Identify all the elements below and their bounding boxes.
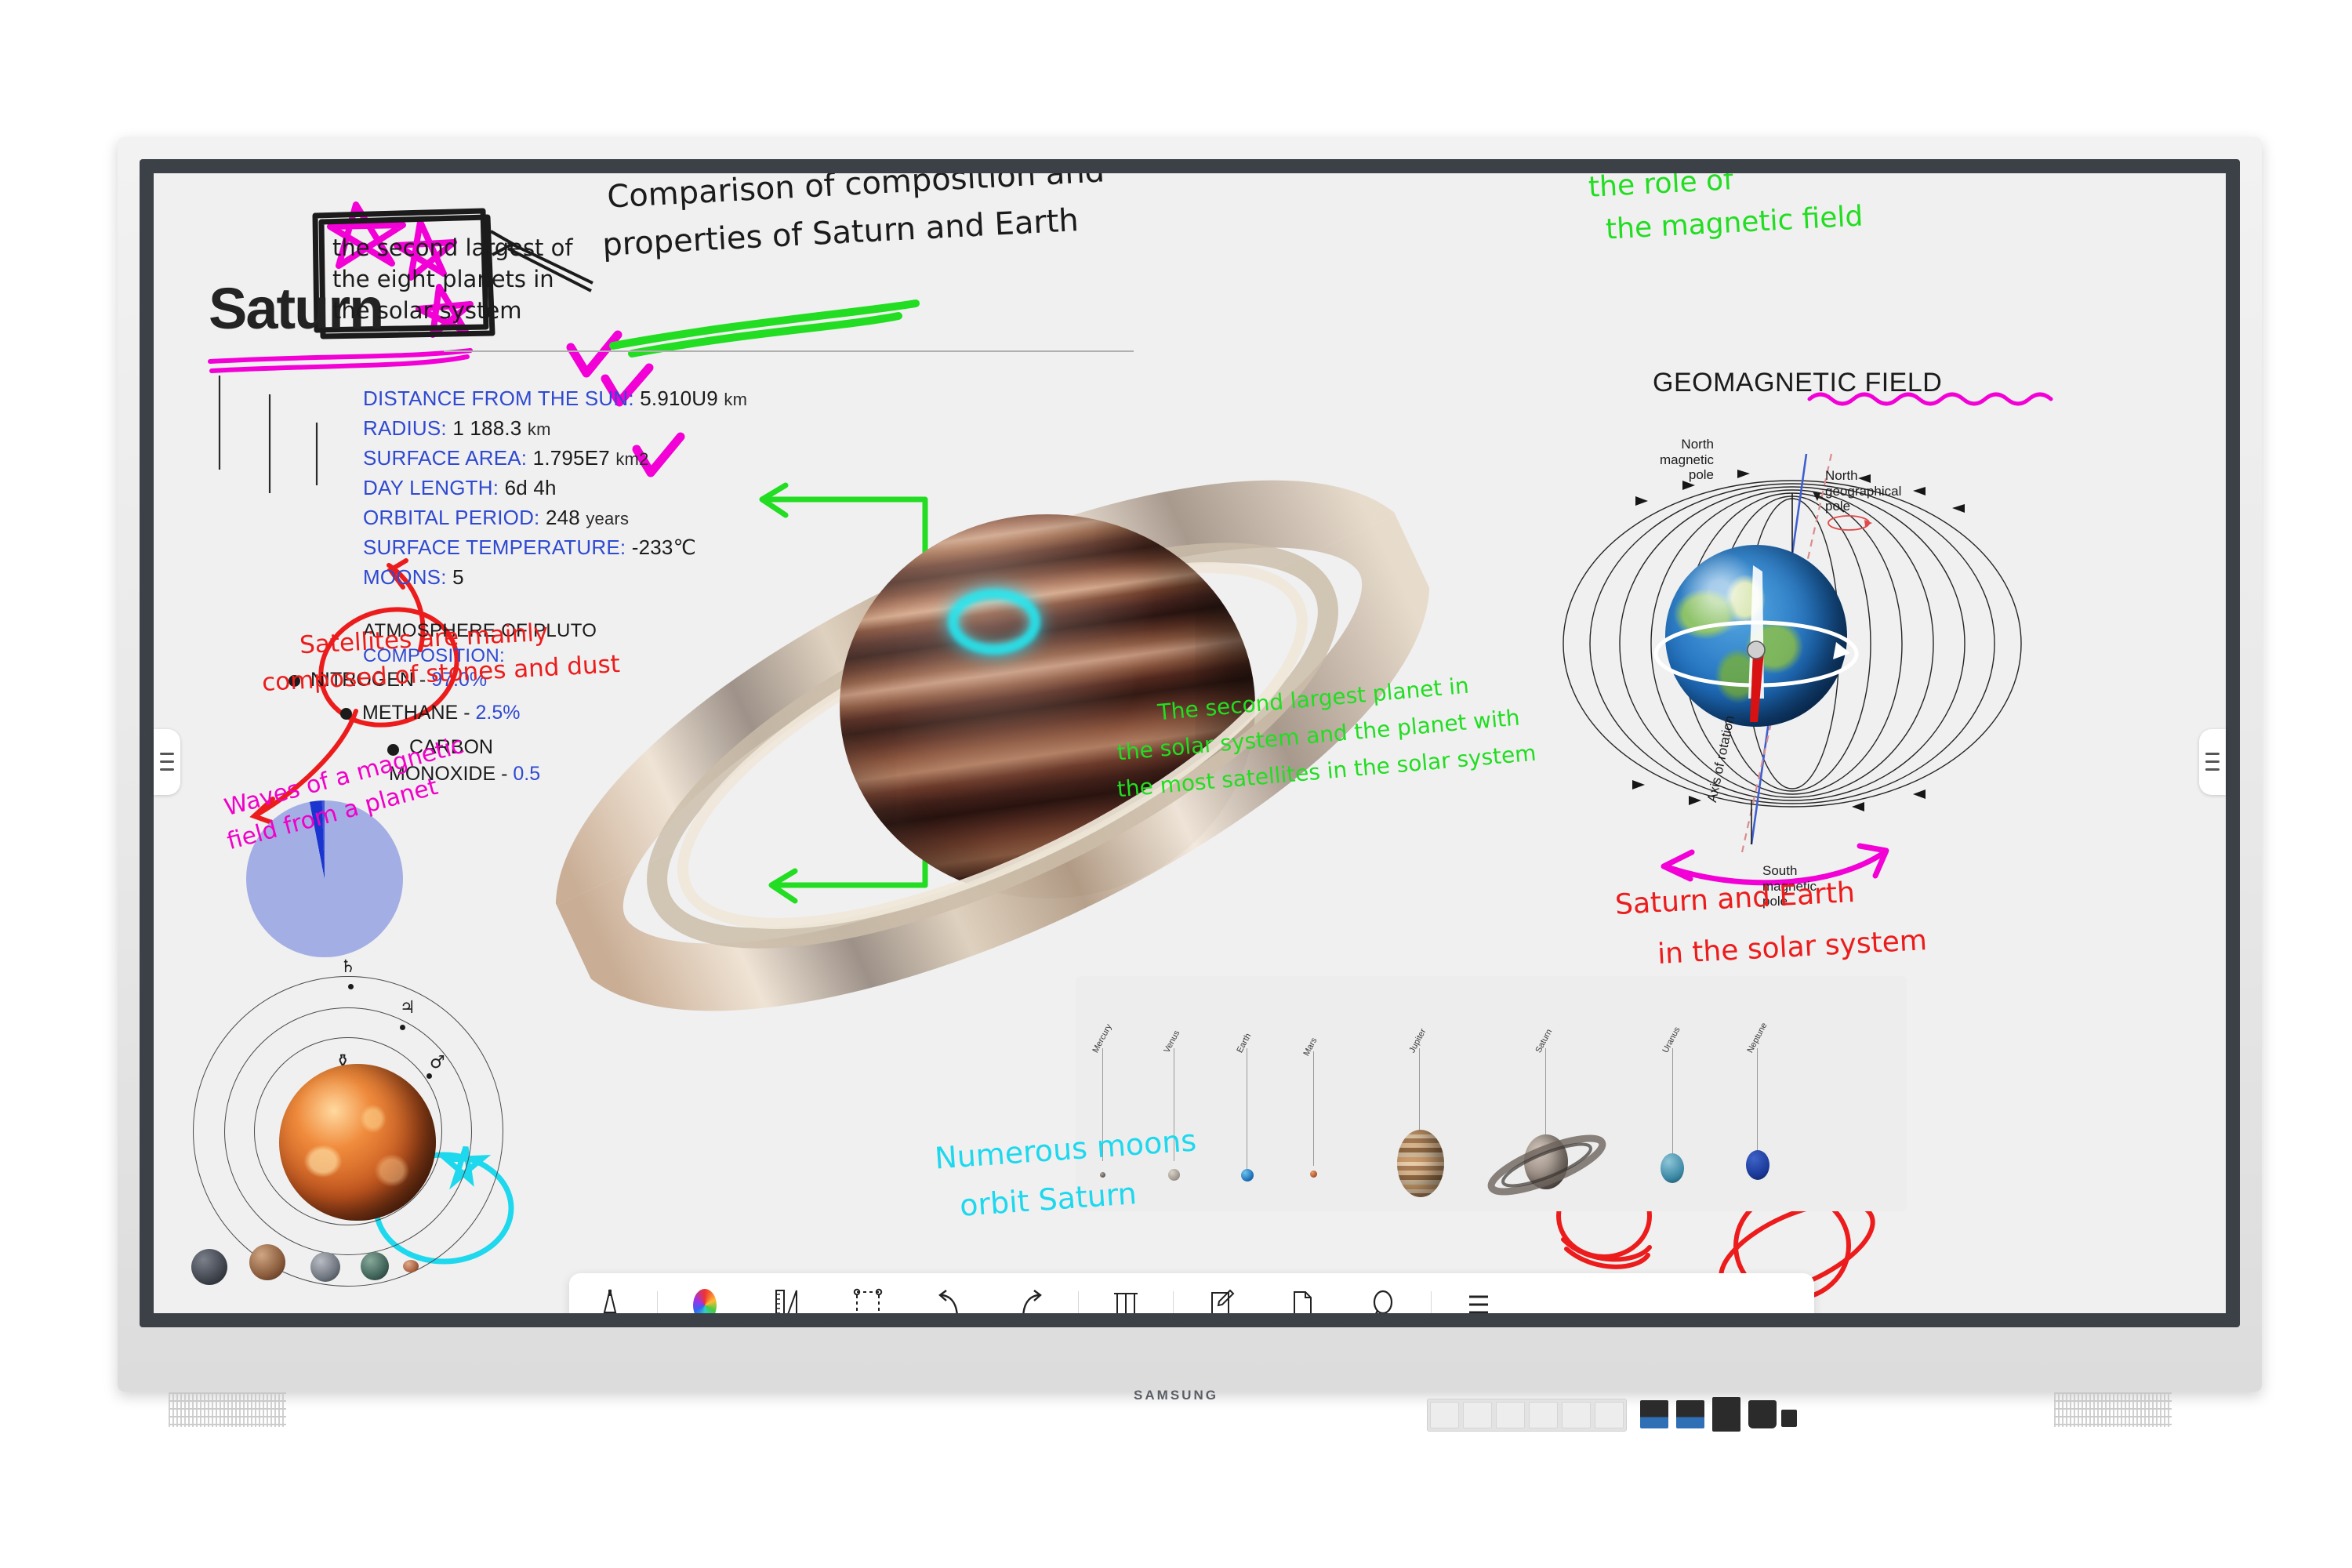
redo-icon [1017,1287,1045,1313]
earth-rotation-overlay [1653,565,1859,722]
moon-body [403,1260,419,1272]
tool-menu[interactable]: Menu [1438,1287,1519,1313]
saturn-strip-rings [1487,1134,1606,1196]
pages-icon [1112,1287,1140,1313]
math-tools-icon [772,1287,800,1313]
planet-leader-line [1313,1051,1314,1166]
toolbar-divider [1078,1291,1079,1313]
whiteboard-toolbar[interactable]: Pen Palette Math Tools Select [569,1273,1814,1313]
search-icon [1370,1287,1397,1313]
spec-value: 5 [452,565,464,589]
orbit-node [400,1025,405,1030]
planet-leader-line [1672,1048,1673,1155]
spec-label: SURFACE AREA: [363,446,528,470]
hdmi-port [1712,1397,1740,1432]
spec-label: RADIUS: [363,416,447,440]
planet-label: Venus [1162,1029,1182,1054]
callout-line3: the solar system [332,297,522,324]
tool-search[interactable]: Search [1343,1287,1425,1313]
pie-legend-item: METHANE - 2.5% [362,702,521,724]
spec-value: 1 188.3 [452,416,522,440]
port-slot [1595,1402,1624,1428]
rj45-port [1748,1400,1777,1428]
moon-body [249,1244,285,1280]
select-icon [853,1287,883,1313]
usb-port [1676,1400,1704,1428]
undo-icon [935,1287,964,1313]
planet-body-mars [1310,1171,1317,1178]
samsung-logo: SAMSUNG [1134,1388,1218,1403]
tool-note-on[interactable]: Note On [1180,1287,1261,1313]
pen-icon [597,1287,623,1313]
pie-label-bullet [340,708,352,720]
tool-pen[interactable]: Pen [569,1287,651,1313]
screenshot-root: SAMSUNG Saturn DISTANCE FROM THE SUN: 5.… [0,0,2352,1568]
toolbar-divider [657,1291,658,1313]
moon-body [310,1252,340,1282]
solar-system-strip-panel: Mercury Venus Earth Mars Jupiter Saturn [1076,976,1907,1211]
pie-legend-value: 2.5% [475,702,521,724]
tool-miniboard[interactable]: Miniboard [1261,1287,1343,1313]
spec-label: MOONS: [363,565,447,589]
planet-label: Earth [1235,1032,1254,1054]
menu-icon [1465,1287,1492,1313]
whiteboard-canvas[interactable]: Saturn DISTANCE FROM THE SUN: 5.910U9 km… [154,173,2226,1313]
port-slot [1463,1402,1492,1428]
planet-label: Jupiter [1407,1027,1428,1054]
callout-line1: the second largest of [332,234,573,261]
planet-body-venus [1168,1169,1180,1181]
symbol-mars-icon: ♂ [430,1053,445,1073]
toolbar-divider [1431,1291,1432,1313]
orbit-node [426,1073,432,1079]
title-underline [208,348,473,373]
tool-palette[interactable]: Palette [664,1287,746,1313]
miniboard-icon [1290,1287,1315,1313]
tool-select[interactable]: Select [827,1287,909,1313]
planet-body-earth [1241,1169,1254,1181]
port-slot-group [1427,1399,1627,1432]
mars-planet-image [279,1064,436,1221]
spec-label: DAY LENGTH: [363,476,499,499]
spec-label: ORBITAL PERIOD: [363,506,540,529]
port-slot [1430,1402,1459,1428]
planet-label: Mars [1301,1036,1319,1058]
palette-icon [693,1287,717,1313]
port-slot [1529,1402,1558,1428]
symbol-saturn-icon: ♄ [340,957,356,977]
label-north-geographical-pole: North geographical pole [1825,468,1902,514]
geomagnetic-title: GEOMAGNETIC FIELD [1653,368,1943,397]
moon-body [191,1249,227,1285]
symbol-jupiter-icon: ♃ [400,998,416,1018]
tool-undo[interactable]: Undo [909,1287,990,1313]
spec-row: MOONS: 5 [363,565,464,590]
port-panel [1427,1386,1889,1432]
label-north-magnetic-pole: North magnetic pole [1660,437,1714,483]
pie-leader-lines [218,376,318,493]
pie-legend-label: METHANE [362,702,459,724]
planet-body-jupiter [1397,1130,1444,1197]
side-handle-right[interactable] [2199,729,2226,795]
toolbar-divider [1173,1291,1174,1313]
tool-redo[interactable]: Redo [990,1287,1072,1313]
spec-row: DAY LENGTH: 6d 4h [363,476,557,500]
moon-body [361,1252,389,1280]
port-slot [1496,1402,1525,1428]
orbit-node [348,984,354,989]
note-on-icon [1207,1287,1235,1313]
planet-leader-line [1419,1048,1420,1134]
planet-leader-line [1757,1048,1758,1153]
tool-math-tools[interactable]: Math Tools [746,1287,827,1313]
planet-label: Saturn [1534,1027,1555,1054]
callout-line2: the eight planets in [332,266,554,292]
tool-pages[interactable]: Pages [1085,1287,1167,1313]
usb-port [1640,1400,1668,1428]
spec-row: RADIUS: 1 188.3 km [363,416,551,441]
aux-port [1781,1410,1797,1427]
side-handle-left[interactable] [154,729,180,795]
planet-body-neptune [1746,1150,1769,1180]
port-slot [1562,1402,1591,1428]
planet-body-uranus [1661,1153,1684,1183]
